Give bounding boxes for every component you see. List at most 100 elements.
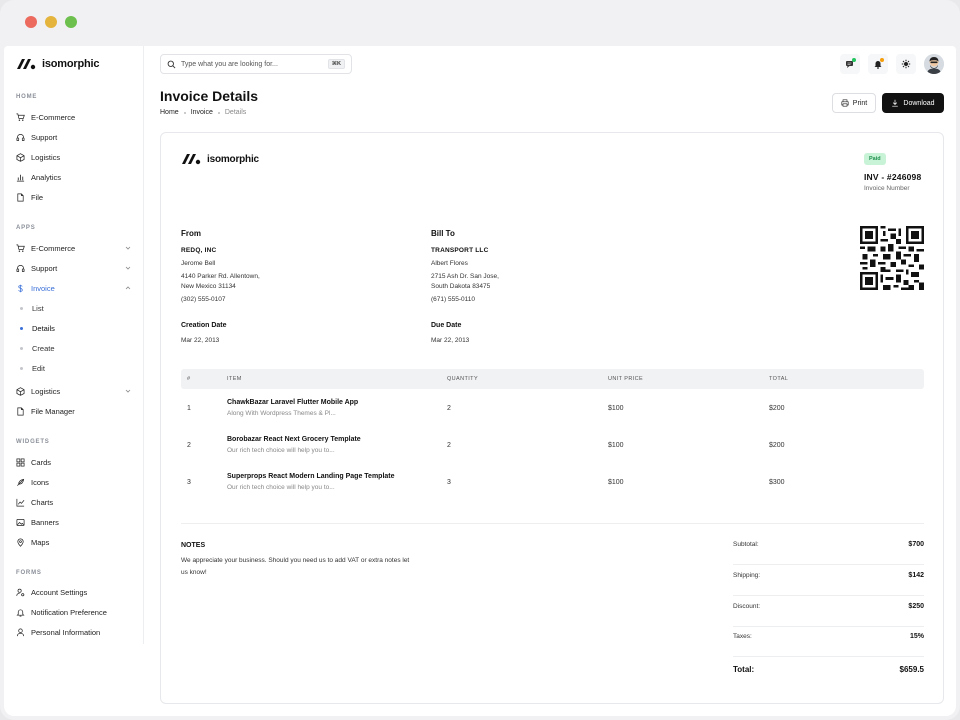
- sidebar-subitem-edit[interactable]: Edit: [20, 362, 45, 374]
- bullet-icon: [20, 326, 23, 330]
- sidebar-item-label: File: [31, 192, 44, 202]
- item-description: Along With Wordpress Themes & Pl...: [227, 410, 336, 417]
- sidebar-item-file[interactable]: File: [16, 190, 134, 204]
- sidebar-item-label: Cards: [31, 457, 52, 467]
- download-label: Download: [903, 99, 935, 107]
- grid-icon: [16, 458, 25, 466]
- user-avatar[interactable]: [924, 54, 944, 74]
- summary-shipping-row: Shipping: $142: [733, 565, 924, 596]
- settings-button[interactable]: [896, 54, 916, 74]
- bill-to-contact: Albert Flores: [431, 260, 468, 267]
- notes-text: We appreciate your business. Should you …: [181, 557, 410, 576]
- discount-label: Discount:: [733, 603, 761, 610]
- sidebar-item-label: Banners: [31, 517, 59, 527]
- sidebar-item-ecommerce[interactable]: E-Commerce: [16, 110, 134, 124]
- sidebar-item-label: Invoice: [31, 283, 55, 293]
- user-gear-icon: [16, 588, 25, 596]
- sidebar-item-label: E-Commerce: [31, 112, 76, 122]
- status-badge: Paid: [864, 153, 886, 165]
- due-date-label: Due Date: [431, 322, 462, 329]
- chevron-down-icon: [125, 266, 131, 270]
- from-contact: Jerome Bell: [181, 260, 216, 267]
- sidebar-item-support[interactable]: Support: [16, 130, 134, 144]
- item-unit-price: $100: [608, 405, 624, 412]
- sidebar: isomorphic HOME E-Commerce Support Logis…: [4, 46, 144, 644]
- sidebar-item-analytics[interactable]: Analytics: [16, 170, 134, 184]
- sidebar-item-invoice[interactable]: Invoice: [16, 281, 134, 295]
- sidebar-item-file-manager[interactable]: File Manager: [16, 404, 134, 418]
- line-chart-icon: [16, 498, 25, 506]
- item-unit-price: $100: [608, 442, 624, 449]
- sidebar-item-apps-support[interactable]: Support: [16, 261, 134, 275]
- subtotal-value: $700: [908, 541, 924, 548]
- minimize-window-button[interactable]: [45, 16, 57, 28]
- sidebar-item-icons[interactable]: Icons: [16, 475, 134, 489]
- sidebar-item-apps-logistics[interactable]: Logistics: [16, 384, 134, 398]
- notifications-button[interactable]: [868, 54, 888, 74]
- sidebar-item-label: Support: [31, 132, 58, 142]
- item-quantity: 2: [447, 442, 451, 449]
- sidebar-subitem-label: Edit: [32, 363, 45, 373]
- sidebar-item-label: Personal Information: [31, 627, 101, 637]
- section-title-apps: APPS: [16, 225, 36, 231]
- sidebar-subitem-label: Create: [32, 343, 55, 353]
- from-address-line2: New Mexico 31134: [181, 283, 236, 290]
- sidebar-subitem-create[interactable]: Create: [20, 342, 55, 354]
- item-total: $300: [769, 479, 785, 486]
- breadcrumb: Home Invoice Details: [160, 109, 246, 116]
- search-input[interactable]: Type what you are looking for...: [181, 61, 323, 68]
- table-row: 3 Superprops React Modern Landing Page T…: [181, 464, 924, 501]
- breadcrumb-invoice[interactable]: Invoice: [191, 109, 213, 116]
- taxes-label: Taxes:: [733, 633, 752, 640]
- sidebar-subitem-list[interactable]: List: [20, 302, 44, 314]
- box-icon: [16, 152, 25, 162]
- sidebar-item-banners[interactable]: Banners: [16, 515, 134, 529]
- notifications-badge: [880, 58, 884, 62]
- section-title-widgets: WIDGETS: [16, 439, 50, 445]
- sidebar-item-label: Logistics: [31, 386, 61, 396]
- summary-discount-row: Discount: $250: [733, 596, 924, 627]
- sidebar-item-logistics[interactable]: Logistics: [16, 150, 134, 164]
- from-company: REDQ, INC: [181, 247, 217, 254]
- sidebar-item-label: Support: [31, 263, 58, 273]
- bullet-icon: [20, 346, 23, 350]
- brand-logo[interactable]: isomorphic: [16, 56, 99, 72]
- table-row: 1 ChawkBazar Laravel Flutter Mobile App …: [181, 390, 924, 427]
- sidebar-item-personal-information[interactable]: Personal Information: [16, 625, 134, 639]
- bill-to-company: TRANSPORT LLC: [431, 247, 489, 254]
- search-bar[interactable]: Type what you are looking for... ⌘K: [160, 54, 352, 74]
- download-icon: [892, 99, 899, 107]
- close-window-button[interactable]: [25, 16, 37, 28]
- breadcrumb-details: Details: [224, 109, 247, 116]
- sidebar-item-apps-ecommerce[interactable]: E-Commerce: [16, 241, 134, 255]
- messages-button[interactable]: [840, 54, 860, 74]
- section-title-home: HOME: [16, 94, 38, 100]
- sidebar-item-charts[interactable]: Charts: [16, 495, 134, 509]
- image-icon: [16, 518, 25, 526]
- app-window: isomorphic HOME E-Commerce Support Logis…: [0, 0, 960, 720]
- sidebar-subitem-details[interactable]: Details: [20, 322, 55, 334]
- chevron-down-icon: [125, 246, 131, 250]
- title-bar: [0, 0, 960, 46]
- table-row: 2 Borobazar React Next Grocery Template …: [181, 427, 924, 464]
- item-description: Our rich tech choice will help you to...: [227, 447, 335, 454]
- row-number: 3: [187, 479, 191, 486]
- item-description: Our rich tech choice will help you to...: [227, 484, 335, 491]
- download-button[interactable]: Download: [882, 93, 944, 113]
- summary-total-row: Total: $659.5: [733, 656, 924, 687]
- sidebar-item-maps[interactable]: Maps: [16, 535, 134, 549]
- sidebar-item-notification-preference[interactable]: Notification Preference: [16, 605, 134, 619]
- breadcrumb-home[interactable]: Home: [160, 109, 179, 116]
- maximize-window-button[interactable]: [65, 16, 77, 28]
- discount-value: $250: [908, 603, 924, 610]
- summary-subtotal-row: Subtotal: $700: [733, 534, 924, 565]
- sidebar-item-cards[interactable]: Cards: [16, 455, 134, 469]
- print-label: Print: [852, 99, 868, 107]
- sidebar-item-account-settings[interactable]: Account Settings: [16, 585, 134, 599]
- sidebar-item-label: Maps: [31, 537, 50, 547]
- qr-code-icon: [860, 226, 924, 290]
- print-button[interactable]: Print: [832, 93, 876, 113]
- sidebar-item-label: Logistics: [31, 152, 61, 162]
- sidebar-item-label: File Manager: [31, 406, 75, 416]
- subtotal-label: Subtotal:: [733, 541, 759, 548]
